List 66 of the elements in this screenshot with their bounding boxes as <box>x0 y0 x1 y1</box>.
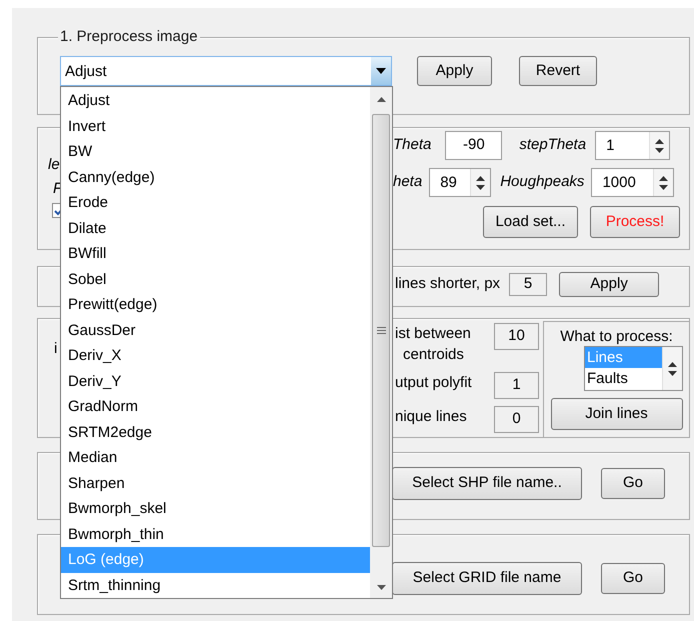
dropdown-option[interactable]: Canny(edge) <box>61 164 370 190</box>
dropdown-option[interactable]: Sharpen <box>61 470 370 496</box>
panel-button[interactable]: Apply <box>417 56 492 86</box>
field-label: Theta <box>393 135 432 156</box>
down-arrow-icon[interactable] <box>376 585 386 590</box>
dropdown-option[interactable]: Deriv_Y <box>61 368 370 394</box>
process-listbox[interactable]: Lines Faults <box>584 346 683 391</box>
down-arrow-icon[interactable] <box>659 184 668 190</box>
select-file-button[interactable]: Select SHP file name.. <box>392 467 582 500</box>
up-arrow-icon[interactable] <box>668 362 677 366</box>
join-lines-button[interactable]: Join lines <box>550 398 682 430</box>
dropdown-option[interactable]: Dilate <box>61 216 370 241</box>
dropdown-option[interactable]: Erode <box>61 190 370 216</box>
up-arrow-icon[interactable] <box>376 97 386 102</box>
up-arrow-icon[interactable] <box>476 176 486 180</box>
spinner-field[interactable]: 89 <box>429 168 492 197</box>
section-label: What to process: <box>560 328 673 346</box>
down-arrow-icon[interactable] <box>655 148 664 152</box>
list-option[interactable]: Faults <box>585 368 662 389</box>
dropdown-option[interactable]: Srtm_thinning <box>61 572 370 598</box>
apply-button[interactable]: Apply <box>559 272 660 297</box>
panel-title: 1. Preprocess image <box>58 28 200 46</box>
go-button[interactable]: Go <box>601 563 665 594</box>
up-arrow-icon[interactable] <box>655 138 664 144</box>
dropdown-option[interactable]: Invert <box>61 114 370 139</box>
dropdown-field[interactable]: Adjust <box>60 56 392 86</box>
label-text: i <box>54 340 58 358</box>
dropdown-option[interactable]: BWfill <box>61 241 370 266</box>
dropdown-option[interactable]: Deriv_X <box>61 343 370 368</box>
dropdown-option[interactable]: BW <box>61 139 370 164</box>
input-field[interactable]: 5 <box>509 273 548 296</box>
scrollbar[interactable] <box>370 87 392 598</box>
dropdown-option[interactable]: Adjust <box>61 88 370 114</box>
dropdown-option[interactable]: Bwmorph_skel <box>61 496 370 522</box>
input-field[interactable]: 10 <box>494 323 539 350</box>
select-file-button[interactable]: Select GRID file name <box>392 562 582 595</box>
field-label: heta <box>393 172 422 192</box>
param-label: centroids <box>403 345 465 365</box>
input-field[interactable]: -90 <box>445 131 502 160</box>
dropdown-option[interactable]: Prewitt(edge) <box>61 292 370 318</box>
dropdown-option[interactable]: Median <box>61 445 370 470</box>
spinner-field[interactable]: 1 <box>595 131 670 160</box>
input-field[interactable]: 0 <box>494 406 539 433</box>
go-button[interactable]: Go <box>601 468 665 499</box>
param-label: nique lines <box>395 407 468 427</box>
label-text: le <box>48 156 60 174</box>
dropdown-option[interactable]: Sobel <box>61 266 370 292</box>
dropdown-option[interactable]: GaussDer <box>61 318 370 343</box>
up-arrow-icon[interactable] <box>659 176 668 180</box>
input-field[interactable]: 1 <box>494 372 539 399</box>
load-button[interactable]: Load set... <box>483 206 578 238</box>
scroll-thumb[interactable] <box>372 114 390 547</box>
spinner-field[interactable]: 1000 <box>591 168 674 197</box>
dropdown-option[interactable]: SRTM2edge <box>61 420 370 445</box>
field-label: lines shorter, px <box>395 274 500 294</box>
param-label: ist between <box>395 324 472 344</box>
param-label: utput polyfit <box>395 373 473 393</box>
field-label: Houghpeaks <box>500 172 584 192</box>
caret-icon[interactable] <box>376 68 386 74</box>
field-label: stepTheta <box>519 135 586 156</box>
down-arrow-icon[interactable] <box>668 370 677 376</box>
dropdown-option[interactable]: Bwmorph_thin <box>61 522 370 547</box>
panel-button[interactable]: Revert <box>519 56 597 86</box>
down-arrow-icon[interactable] <box>476 184 486 190</box>
grip-icon <box>376 327 386 334</box>
dropdown-option[interactable]: GradNorm <box>61 394 370 420</box>
